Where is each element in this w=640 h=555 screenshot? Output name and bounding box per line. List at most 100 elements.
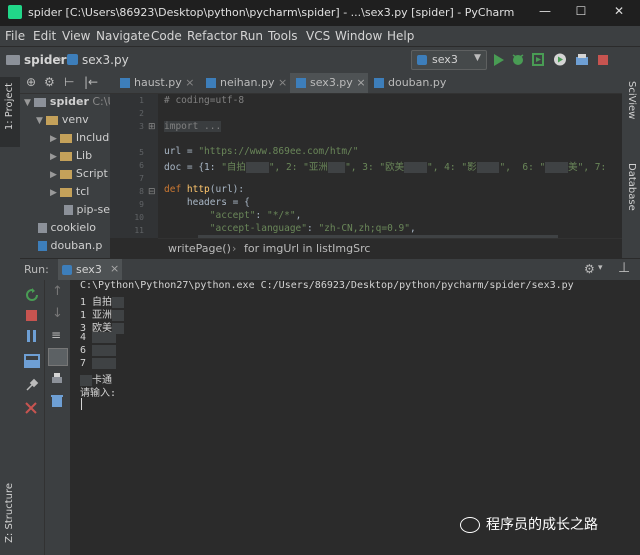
chevron-down-icon: ▼: [474, 53, 481, 63]
blurred-text: xxx: [327, 162, 346, 173]
python-file-icon: [38, 241, 47, 251]
pin-icon[interactable]: [25, 378, 39, 392]
python-file-icon: [67, 54, 78, 65]
minimize-panel-icon[interactable]: ⊥: [618, 260, 630, 276]
close-button[interactable]: ✕: [612, 4, 626, 18]
line-number: 8: [139, 187, 144, 196]
tree-item[interactable]: ▶ tcl: [50, 185, 89, 198]
stop-icon[interactable]: [26, 310, 37, 321]
menu-tools[interactable]: Tools: [268, 29, 298, 43]
tab-label: sex3.py: [310, 76, 353, 89]
breadcrumb-function[interactable]: writePage(): [168, 242, 231, 255]
arrow-down-icon[interactable]: ↓: [52, 306, 63, 321]
project-toolbar: ⊕ ⚙ ⊢ |←: [20, 73, 110, 94]
breadcrumb-loop[interactable]: for imgUrl in listImgSrc: [244, 242, 370, 255]
tree-item[interactable]: ▶ Lib: [50, 149, 92, 162]
rerun-icon[interactable]: [25, 288, 39, 302]
folded-imports[interactable]: import ...: [164, 121, 222, 132]
code-line: def http(url):: [164, 184, 245, 195]
tree-root-row[interactable]: ▼ spider C:\U: [24, 95, 116, 108]
minimize-button[interactable]: —: [538, 4, 552, 18]
profile-button[interactable]: [553, 52, 567, 67]
layout-icon[interactable]: [24, 354, 40, 368]
expand-icon: ▶: [50, 170, 57, 180]
coverage-button[interactable]: [531, 52, 545, 67]
right-tool-strip: SciView Database: [622, 73, 640, 273]
close-tab-icon[interactable]: ×: [278, 76, 287, 89]
chevron-right-icon: ›: [58, 52, 63, 66]
close-tab-icon[interactable]: ×: [110, 262, 119, 275]
menu-edit[interactable]: Edit: [33, 29, 56, 43]
tree-item[interactable]: pip-se: [64, 203, 110, 216]
run-config-select[interactable]: sex3 ▼: [411, 50, 487, 70]
run-button[interactable]: [493, 53, 505, 67]
tree-item[interactable]: ▶ Script: [50, 167, 108, 180]
tab-sex3[interactable]: sex3.py ×: [290, 73, 368, 93]
menu-refactor[interactable]: Refactor: [187, 29, 237, 43]
folder-icon: [46, 115, 59, 125]
target-icon[interactable]: ⊕: [26, 75, 36, 89]
maximize-button[interactable]: ☐: [574, 4, 588, 18]
project-tool-label: 1: Project: [4, 83, 15, 131]
run-toolbar-primary: [20, 280, 44, 555]
close-tab-icon[interactable]: ×: [356, 76, 365, 89]
print-icon[interactable]: [50, 372, 64, 386]
menu-window[interactable]: Window: [335, 29, 382, 43]
tree-item[interactable]: ▼ venv: [36, 113, 89, 126]
pause-icon[interactable]: [25, 330, 39, 342]
menu-file[interactable]: File: [5, 29, 25, 43]
menu-navigate[interactable]: Navigate: [96, 29, 150, 43]
chevron-down-icon: ▾: [598, 263, 603, 273]
pycharm-logo-icon: [8, 5, 22, 19]
line-number: 7: [139, 174, 144, 183]
debug-button[interactable]: [511, 52, 525, 67]
tab-douban[interactable]: douban.py ×: [368, 73, 458, 109]
trash-icon[interactable]: [50, 394, 64, 408]
python-file-icon: [296, 78, 306, 88]
breadcrumb-file[interactable]: sex3.py: [82, 53, 129, 67]
fold-icon[interactable]: ⊟: [148, 187, 156, 197]
arrow-up-icon[interactable]: ↑: [52, 284, 63, 299]
sciview-tool-label[interactable]: SciView: [626, 81, 637, 119]
hide-icon[interactable]: ⊢: [64, 75, 74, 89]
soft-wrap-icon[interactable]: ≡: [51, 328, 61, 342]
run-tab[interactable]: sex3 ×: [58, 259, 122, 281]
python-file-icon: [374, 78, 384, 88]
line-number: 9: [139, 200, 144, 209]
menu-code[interactable]: Code: [151, 29, 182, 43]
console-prompt: 请输入:: [80, 388, 117, 399]
menu-vcs[interactable]: VCS: [306, 29, 330, 43]
line-number: 6: [139, 161, 144, 170]
tree-item[interactable]: cookielo: [38, 221, 96, 234]
tree-item-label: venv: [61, 113, 89, 126]
file-icon: [38, 223, 47, 233]
run-tab-label: sex3: [76, 263, 102, 276]
tree-item[interactable]: ▶ Includ: [50, 131, 109, 144]
blurred-text: xxxx: [92, 332, 117, 343]
menu-view[interactable]: View: [62, 29, 90, 43]
scroll-to-end-icon[interactable]: [48, 348, 68, 366]
stop-button[interactable]: [598, 55, 608, 65]
concurrency-button[interactable]: [575, 52, 589, 67]
project-tool-tab[interactable]: 1: Project: [0, 77, 20, 147]
tab-neihan[interactable]: neihan.py ×: [200, 73, 290, 93]
code-editor[interactable]: # coding=utf-8 import ... url = "https:/…: [158, 94, 622, 238]
code-line: # coding=utf-8: [164, 95, 244, 106]
tree-item-label: douban.p: [50, 239, 103, 252]
close-tab-icon[interactable]: ×: [185, 76, 194, 89]
tree-item[interactable]: douban.p: [38, 239, 102, 252]
menu-run[interactable]: Run: [240, 29, 263, 43]
tree-item-label: Script: [75, 167, 108, 180]
structure-tool-label[interactable]: Z: Structure: [4, 483, 15, 543]
collapse-icon[interactable]: |←: [84, 75, 98, 89]
code-line: "accept": "*/*",: [209, 210, 302, 221]
settings-icon[interactable]: ⚙: [44, 75, 55, 89]
navigation-bar: spider › sex3.py sex3 ▼: [0, 46, 640, 74]
wechat-icon: [460, 517, 480, 533]
close-icon[interactable]: [25, 402, 37, 414]
menu-help[interactable]: Help: [387, 29, 414, 43]
fold-icon[interactable]: ⊞: [148, 122, 156, 132]
tab-haust[interactable]: haust.py ×: [112, 73, 200, 93]
settings-icon[interactable]: ⚙: [584, 262, 595, 276]
database-tool-label[interactable]: Database: [626, 163, 637, 211]
